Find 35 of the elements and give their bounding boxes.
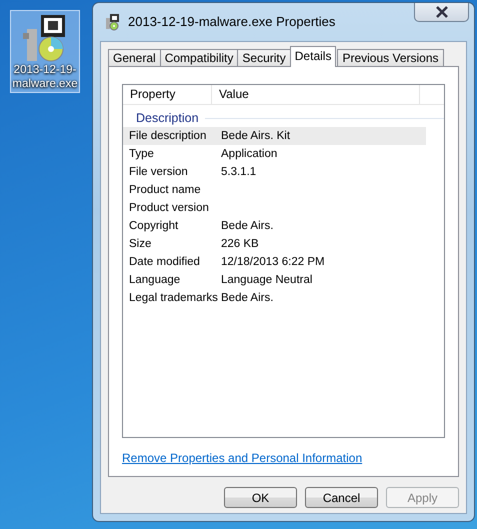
property-cell-text: Legal trademarks xyxy=(128,291,215,306)
window-title: 2013-12-19-malware.exe Properties xyxy=(128,13,336,32)
property-cell-text: Type xyxy=(128,147,155,162)
dialog-button[interactable]: OK xyxy=(224,487,297,508)
desktop-icon-label: 2013-12-19-malware.exe xyxy=(11,63,79,91)
property-cell-text: File description xyxy=(128,129,208,144)
value-cell-text: Bede Airs. Kit xyxy=(220,129,290,144)
close-button[interactable] xyxy=(414,3,469,22)
installer-icon xyxy=(104,13,122,31)
remove-properties-link[interactable]: Remove Properties and Personal Information xyxy=(122,449,362,467)
property-cell-text: Language xyxy=(128,273,182,288)
close-icon xyxy=(434,6,448,18)
column-header[interactable]: Property xyxy=(123,85,212,104)
tab[interactable]: Previous Versions xyxy=(337,49,444,67)
column-header[interactable]: Value xyxy=(212,85,420,104)
value-cell-text: Application xyxy=(220,147,278,162)
tab[interactable]: Compatibility xyxy=(160,49,238,67)
value-cell-text: 12/18/2013 6:22 PM xyxy=(220,255,325,270)
value-cell-text: Bede Airs. xyxy=(220,291,274,306)
property-cell-text: Size xyxy=(128,237,152,252)
property-cell-text: Date modified xyxy=(128,255,201,270)
property-cell-text: Product name xyxy=(128,183,202,198)
tab[interactable]: Details xyxy=(290,46,336,67)
value-cell-text: Language Neutral xyxy=(220,273,312,288)
tab[interactable]: Security xyxy=(237,49,291,67)
value-cell-text: Bede Airs. xyxy=(220,219,274,234)
property-cell-text: Copyright xyxy=(128,219,180,234)
tab[interactable]: General xyxy=(108,49,161,67)
value-cell-text: 5.3.1.1 xyxy=(220,165,256,180)
value-cell-text: 226 KB xyxy=(220,237,259,252)
property-cell-text: Product version xyxy=(128,201,210,216)
property-cell-text: File version xyxy=(128,165,189,180)
dialog-button[interactable]: Cancel xyxy=(305,487,378,508)
group-header: Description xyxy=(136,110,199,128)
list-row[interactable]: File description Bede Airs. Kit xyxy=(123,127,426,145)
